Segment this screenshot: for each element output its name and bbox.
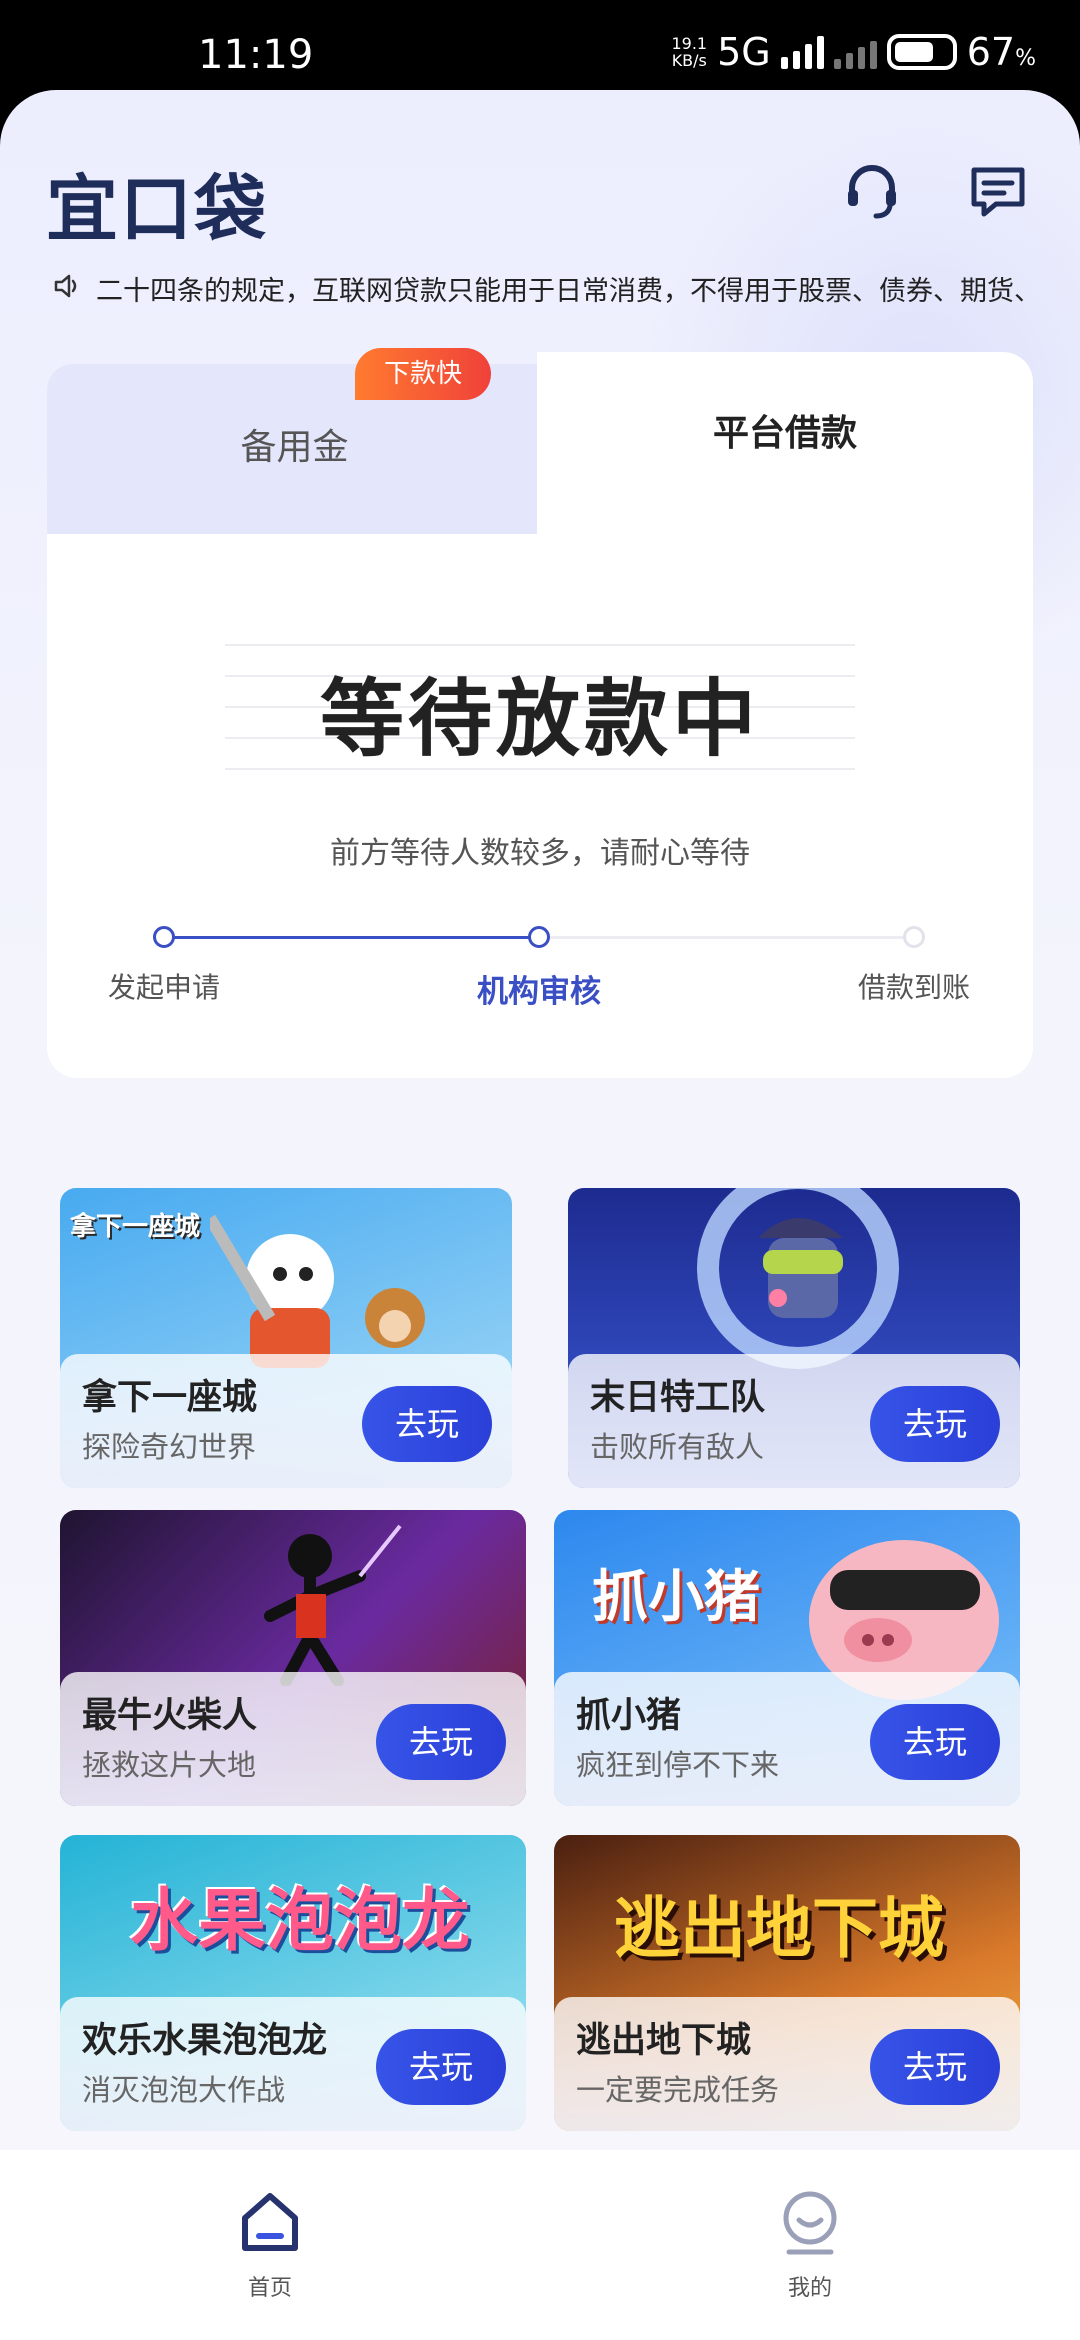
step-label-arrival: 借款到账 xyxy=(857,971,970,1004)
tab-platform-loan[interactable]: 平台借款 xyxy=(537,404,1033,456)
app-logo: 宜口袋 xyxy=(46,167,269,251)
notice-text: 二十四条的规定，互联网贷款只能用于日常消费，不得用于股票、债券、期货、 xyxy=(96,275,1041,307)
game-title: 末日特工队 xyxy=(590,1378,766,1418)
step-dot-apply xyxy=(153,926,175,948)
game-title: 抓小猪 xyxy=(576,1696,682,1736)
tab-label: 备用金 xyxy=(240,427,349,468)
game-title: 拿下一座城 xyxy=(82,1378,258,1418)
progress-fill xyxy=(167,936,541,939)
game-desc: 探险奇幻世界 xyxy=(82,1430,257,1464)
game-info: 欢乐水果泡泡龙 消灭泡泡大作战 去玩 xyxy=(60,1997,526,2131)
play-button[interactable]: 去玩 xyxy=(376,2029,506,2105)
network-type: 5G xyxy=(717,30,771,74)
game-info: 逃出地下城 一定要完成任务 去玩 xyxy=(554,1997,1020,2131)
game-card[interactable]: 抓小猪 抓小猪 疯狂到停不下来 去玩 xyxy=(554,1510,1020,1806)
progress-steps: 发起申请 机构审核 借款到账 xyxy=(47,922,1033,1022)
step-dot-review xyxy=(528,926,550,948)
game-desc: 疯狂到停不下来 xyxy=(576,1748,780,1782)
signal-icon xyxy=(780,35,824,69)
nav-label: 我的 xyxy=(787,2276,832,2301)
step-label-review: 机构审核 xyxy=(477,974,601,1010)
game-card[interactable]: 水果泡泡龙 欢乐水果泡泡龙 消灭泡泡大作战 去玩 xyxy=(60,1835,526,2131)
step-dot-arrival xyxy=(903,926,925,948)
game-card[interactable]: 拿下一座城 拿下一座城 探险奇幻世界 去玩 xyxy=(60,1188,512,1488)
message-icon[interactable] xyxy=(966,158,1030,222)
status-subtitle: 前方等待人数较多，请耐心等待 xyxy=(330,836,750,871)
nav-home[interactable]: 首页 xyxy=(170,2190,370,2302)
game-desc: 消灭泡泡大作战 xyxy=(82,2073,286,2107)
home-icon xyxy=(242,2193,298,2251)
headset-icon[interactable] xyxy=(840,158,904,222)
step-label-apply: 发起申请 xyxy=(107,971,220,1004)
nav-profile[interactable]: 我的 xyxy=(710,2190,910,2302)
game-desc: 击败所有敌人 xyxy=(590,1430,765,1464)
fast-loan-badge: 下款快 xyxy=(355,348,491,400)
status-title: 等待放款中 xyxy=(319,670,760,768)
status-bar: 11:19 19.1 KB/s 5G 67% xyxy=(0,0,1080,92)
battery-icon xyxy=(886,34,957,70)
network-speed: 19.1 KB/s xyxy=(671,34,708,70)
status-indicators: 19.1 KB/s 5G 67% xyxy=(671,30,1036,74)
profile-icon xyxy=(783,2191,837,2255)
battery-percent: 67% xyxy=(966,30,1036,74)
play-button[interactable]: 去玩 xyxy=(870,1704,1000,1780)
bottom-nav: 首页 我的 xyxy=(0,2150,1080,2340)
app-screen: 宜口袋 二十四条的规定，互联网贷款只能用于日常消费，不得用于股票、债券、期货、 … xyxy=(0,90,1080,2340)
game-card[interactable]: 逃出地下城 逃出地下城 一定要完成任务 去玩 xyxy=(554,1835,1020,2131)
nav-label: 首页 xyxy=(247,2276,292,2301)
game-card[interactable]: 末日特工队 击败所有敌人 去玩 xyxy=(568,1188,1020,1488)
play-button[interactable]: 去玩 xyxy=(870,2029,1000,2105)
game-card[interactable]: 最牛火柴人 拯救这片大地 去玩 xyxy=(60,1510,526,1806)
notice-bar[interactable]: 二十四条的规定，互联网贷款只能用于日常消费，不得用于股票、债券、期货、 xyxy=(52,266,1052,310)
loan-status-card: 备用金 下款快 平台借款 等待放款中 前方等待人数较多，请耐心等待 发起申请 机… xyxy=(47,348,1033,1078)
game-title: 最牛火柴人 xyxy=(82,1696,258,1736)
play-button[interactable]: 去玩 xyxy=(870,1386,1000,1462)
game-info: 末日特工队 击败所有敌人 去玩 xyxy=(568,1354,1020,1488)
speaker-icon xyxy=(52,271,82,305)
game-title: 欢乐水果泡泡龙 xyxy=(82,2021,328,2061)
play-button[interactable]: 去玩 xyxy=(362,1386,492,1462)
game-info: 拿下一座城 探险奇幻世界 去玩 xyxy=(60,1354,512,1488)
game-info: 抓小猪 疯狂到停不下来 去玩 xyxy=(554,1672,1020,1806)
status-time: 11:19 xyxy=(198,32,314,78)
game-title: 逃出地下城 xyxy=(576,2021,752,2061)
play-button[interactable]: 去玩 xyxy=(376,1704,506,1780)
signal-2-icon xyxy=(833,35,877,69)
tab-backup-fund[interactable]: 备用金 xyxy=(47,364,587,534)
game-info: 最牛火柴人 拯救这片大地 去玩 xyxy=(60,1672,526,1806)
game-desc: 一定要完成任务 xyxy=(576,2073,780,2107)
game-desc: 拯救这片大地 xyxy=(82,1748,257,1782)
